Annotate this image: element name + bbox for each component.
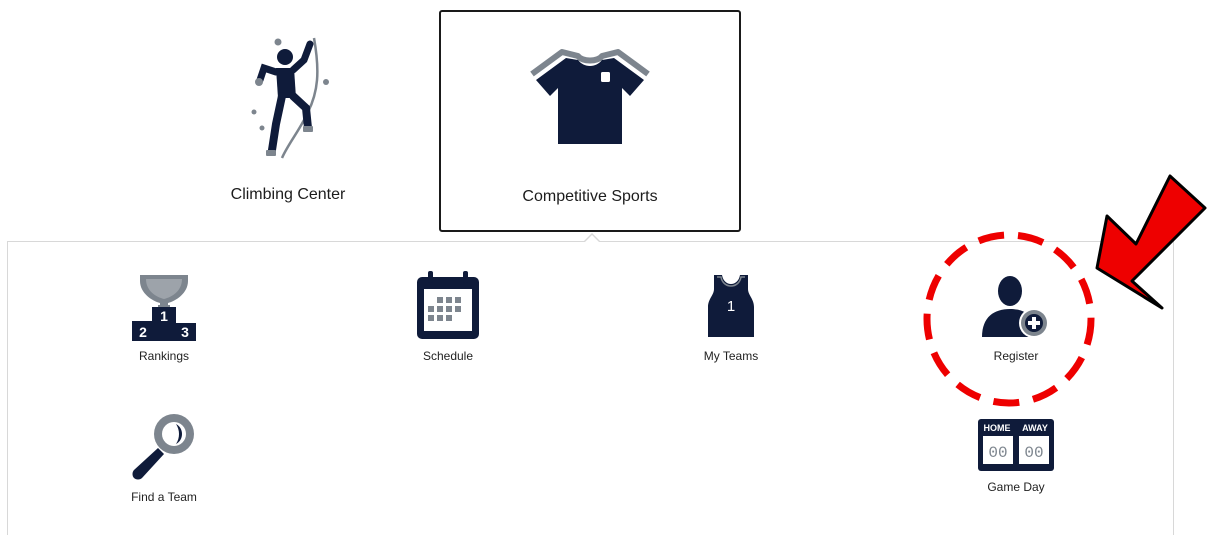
category-climbing-center[interactable]: Climbing Center [137, 10, 439, 232]
podium-third: 3 [181, 324, 189, 340]
submenu-label-my-teams: My Teams [703, 349, 759, 363]
jersey-number: 1 [727, 298, 735, 315]
submenu-label-game-day: Game Day [987, 480, 1045, 494]
submenu-label-rankings: Rankings [138, 349, 190, 363]
scoreboard-away-label: AWAY [1022, 423, 1048, 433]
submenu-item-schedule[interactable]: Schedule [378, 271, 518, 363]
jersey-tank-icon: 1 [708, 275, 754, 337]
submenu-label-register: Register [993, 349, 1039, 363]
submenu-item-rankings[interactable]: 1 2 3 Rankings [94, 271, 234, 363]
scoreboard-home-label: HOME [984, 423, 1011, 433]
scoreboard-home-score: 00 [988, 444, 1007, 462]
jersey-icon [530, 49, 650, 144]
user-add-icon [982, 276, 1049, 338]
calendar-icon [417, 271, 479, 339]
category-label: Competitive Sports [522, 188, 658, 205]
podium-second: 2 [139, 324, 147, 340]
category-label: Climbing Center [230, 186, 346, 203]
submenu-label-schedule: Schedule [422, 349, 474, 363]
category-competitive-sports[interactable]: Competitive Sports [439, 10, 741, 232]
scoreboard-away-score: 00 [1024, 444, 1043, 462]
submenu-item-my-teams[interactable]: 1 My Teams [661, 271, 801, 363]
scoreboard-icon: HOME AWAY 00 00 [978, 419, 1054, 471]
climber-icon [251, 37, 329, 159]
submenu-label-find-a-team: Find a Team [131, 490, 197, 504]
podium-trophy-icon: 1 2 3 [132, 275, 196, 341]
magnifier-icon [132, 414, 194, 480]
page: Climbing Center Competitive Sports 1 2 3… [0, 0, 1209, 535]
podium-first: 1 [160, 308, 168, 324]
submenu-item-find-a-team[interactable]: Find a Team [94, 412, 234, 504]
submenu-item-register[interactable]: Register [946, 271, 1086, 363]
submenu-item-game-day[interactable]: HOME AWAY 00 00 Game Day [946, 418, 1086, 494]
